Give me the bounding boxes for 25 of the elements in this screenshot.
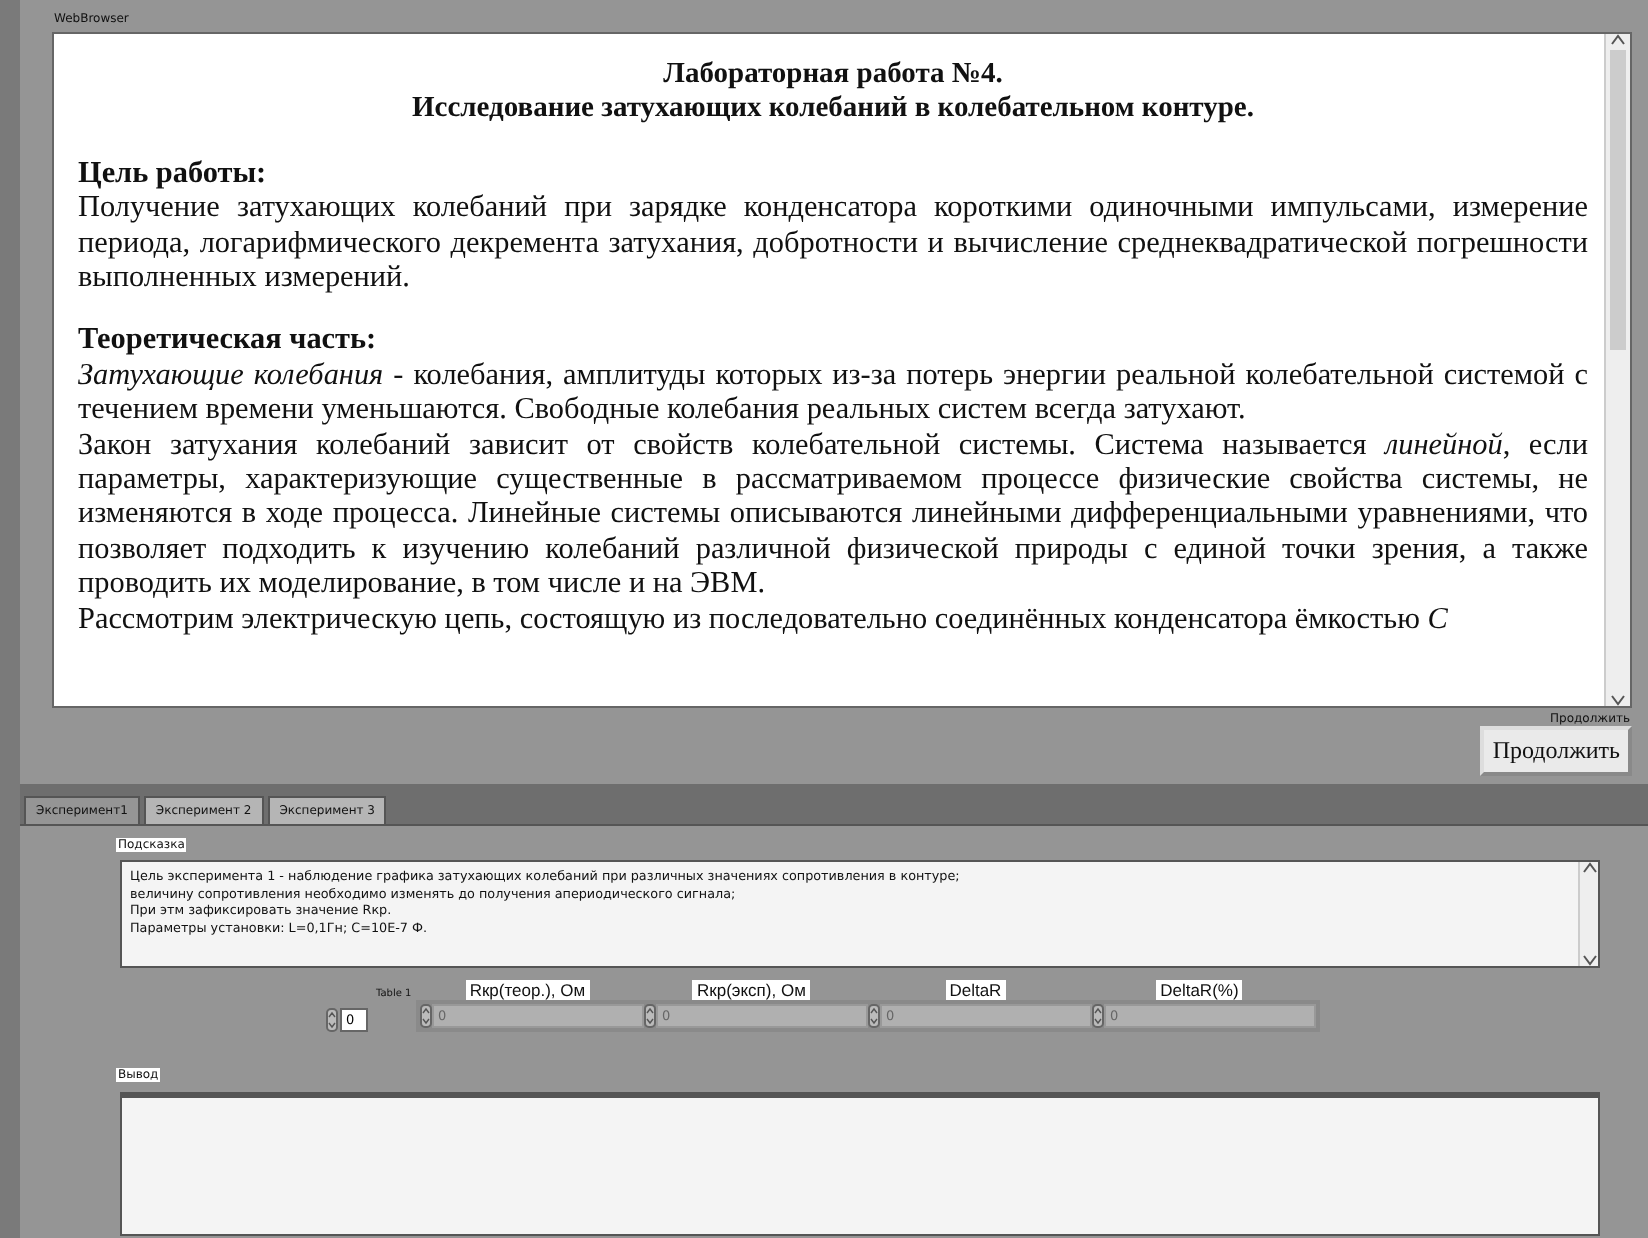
- scroll-up-icon[interactable]: [1581, 862, 1597, 874]
- spinner-icon[interactable]: [644, 1004, 656, 1028]
- paragraph: Закон затухания колебаний зависит от свойств колебательной системы. Система называется линейной, если параметры, характеризующие существенные в рассматриваемом процессе физические свойства системы, не изменяются в ходе процесса. Линейные системы описываются линейными дифференциальными уравнениями, что позволяет подходить к изучению колебаний различной физической природы с единой точки зрения, а также проводить их моделирование, в том числе и на ЭВМ.: [78, 427, 1588, 602]
- paragraph: Затухающие колебания - колебания, амплитуды которых из-за потерь энергии реальной колебательной системой с течением времени уменьшаются. Свободные колебания реальных систем всегда затухают.: [78, 357, 1588, 428]
- scroll-down-icon[interactable]: [1581, 954, 1597, 966]
- scroll-up-icon[interactable]: [1610, 34, 1626, 46]
- scroll-down-icon[interactable]: [1610, 694, 1626, 706]
- column-header: Rкр(теор.), Ом: [465, 980, 590, 1000]
- spinner-icon[interactable]: [420, 1004, 432, 1028]
- spinner-icon[interactable]: [1092, 1004, 1104, 1028]
- section-heading: Цель работы:: [78, 155, 269, 191]
- column-header: Rкр(эксп), Ом: [692, 980, 810, 1000]
- paragraph: Получение затухающих колебаний при зарядке конденсатора короткими одиночными импульсами, измерение периода, логарифмического декремента затухания, добротности и вычисление среднеквадратической погрешности выполненных измерений.: [78, 190, 1588, 295]
- continue-button[interactable]: Продолжить: [1480, 726, 1632, 776]
- section-heading: Теоретическая часть:: [78, 322, 379, 358]
- document-title: Исследование затухающих колебаний в колебательном контуре.: [410, 92, 1256, 128]
- paragraph: Рассмотрим электрическую цепь, состоящую из последовательно соединённых конденсатора ёмкостью C: [78, 601, 1450, 637]
- hint-textbox[interactable]: [120, 860, 1600, 968]
- document-title: Лабораторная работа №4.: [661, 58, 1005, 93]
- spinner-icon[interactable]: [326, 1008, 338, 1032]
- scrollbar[interactable]: [1604, 34, 1630, 706]
- output-textbox[interactable]: [120, 1092, 1600, 1236]
- column-header: DeltaR(%): [1156, 980, 1243, 1000]
- spinner-icon[interactable]: [868, 1004, 880, 1028]
- column-header: DeltaR: [945, 980, 1006, 1000]
